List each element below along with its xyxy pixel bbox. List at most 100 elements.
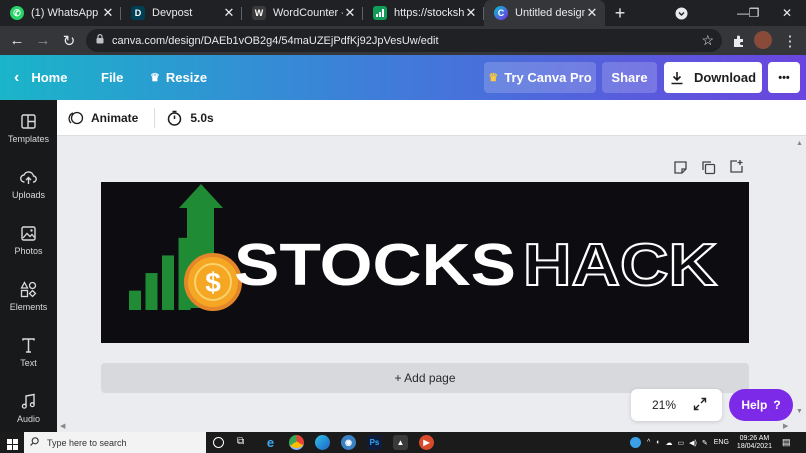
download-icon bbox=[671, 71, 683, 84]
tab-search-icon[interactable] bbox=[670, 0, 692, 26]
scroll-left-arrow-icon[interactable]: ◀ bbox=[60, 422, 65, 430]
animate-button[interactable]: Animate bbox=[68, 110, 138, 126]
try-canva-pro-button[interactable]: ♛ Try Canva Pro bbox=[484, 62, 596, 93]
new-tab-button[interactable]: + bbox=[605, 0, 635, 26]
tab-title: https://stocksha bbox=[394, 7, 464, 19]
help-button[interactable]: Help ? bbox=[729, 389, 793, 421]
home-button[interactable]: ‹ Home bbox=[14, 55, 67, 100]
close-tab-icon[interactable]: ✕ bbox=[101, 5, 115, 21]
duration-button[interactable]: 5.0s bbox=[167, 110, 214, 126]
close-window-icon[interactable]: ✕ bbox=[776, 0, 798, 26]
scroll-up-arrow-icon[interactable]: ▲ bbox=[796, 140, 803, 147]
forward-arrow-icon[interactable]: → bbox=[30, 28, 56, 54]
cortana-icon[interactable] bbox=[213, 437, 224, 448]
sidebar-item-photos[interactable]: Photos bbox=[0, 212, 57, 268]
wordcounter-icon: W bbox=[252, 6, 266, 20]
logo-bar bbox=[162, 255, 174, 310]
elements-icon bbox=[20, 280, 37, 297]
close-tab-icon[interactable]: ✕ bbox=[585, 5, 599, 21]
sidebar-item-templates[interactable]: Templates bbox=[0, 100, 57, 156]
sidebar-label: Elements bbox=[9, 301, 48, 312]
close-tab-icon[interactable]: ✕ bbox=[343, 5, 357, 21]
logo-word-hack: HACK bbox=[523, 232, 717, 298]
animate-label: Animate bbox=[91, 110, 139, 125]
close-tab-icon[interactable]: ✕ bbox=[222, 5, 236, 21]
bookmark-star-icon[interactable]: ☆ bbox=[701, 32, 714, 49]
tray-clock[interactable]: 09:26 AM 18/04/2021 bbox=[737, 435, 772, 451]
restore-icon[interactable]: ❐ bbox=[743, 0, 765, 26]
page-notes-icon[interactable] bbox=[673, 160, 689, 176]
coin-dollar-sign: $ bbox=[205, 267, 221, 298]
extensions-puzzle-icon[interactable] bbox=[726, 28, 752, 54]
sidebar-label: Templates bbox=[7, 133, 50, 144]
download-button[interactable]: Download bbox=[664, 62, 762, 93]
back-arrow-icon[interactable]: ← bbox=[4, 28, 30, 54]
photoshop-icon[interactable]: Ps bbox=[367, 435, 382, 450]
devpost-icon: D bbox=[131, 6, 145, 20]
browser-tab-untitled-design[interactable]: C Untitled design ✕ bbox=[484, 0, 605, 26]
browser-tab-wordcounter[interactable]: W WordCounter - C ✕ bbox=[242, 0, 363, 26]
chrome-icon[interactable] bbox=[289, 435, 304, 450]
tray-app-icon[interactable] bbox=[630, 437, 641, 448]
vertical-scrollbar[interactable]: ▲ ▼ bbox=[794, 136, 806, 422]
address-bar[interactable]: canva.com/design/DAEb1vOB2g4/54maUZEjPdf… bbox=[86, 29, 722, 52]
tray-pen-icon[interactable]: ✎ bbox=[702, 439, 708, 447]
stocks-hack-logo: $ STOCKS HACK bbox=[129, 184, 718, 311]
fullscreen-icon[interactable] bbox=[693, 397, 707, 414]
tray-volume-icon[interactable]: ◀) bbox=[689, 439, 697, 447]
browser-tab-whatsapp[interactable]: ✆ (1) WhatsApp ✕ bbox=[0, 0, 121, 26]
tray-meet-icon[interactable]: ◐ bbox=[656, 439, 660, 446]
file-menu-button[interactable]: File bbox=[101, 55, 123, 100]
zoom-level[interactable]: 21% bbox=[652, 398, 676, 412]
tray-language[interactable]: ENG bbox=[714, 439, 729, 446]
profile-avatar[interactable] bbox=[754, 31, 772, 49]
tray-network-icon[interactable]: ☁ bbox=[666, 439, 673, 447]
file-label: File bbox=[101, 70, 124, 85]
tray-battery-icon[interactable]: ▭ bbox=[678, 439, 685, 447]
sidebar-item-uploads[interactable]: Uploads bbox=[0, 156, 57, 212]
logo-bar bbox=[129, 290, 141, 310]
photos-icon bbox=[21, 225, 36, 241]
search-icon bbox=[30, 437, 39, 448]
help-question-icon: ? bbox=[773, 398, 781, 412]
tray-chevron-up-icon[interactable]: ^ bbox=[647, 439, 650, 446]
more-dots-icon: ••• bbox=[778, 71, 790, 84]
share-button[interactable]: Share bbox=[602, 62, 657, 93]
resize-button[interactable]: ♛ Resize bbox=[150, 55, 207, 100]
taskbar-search-box[interactable]: Type here to search bbox=[24, 432, 206, 453]
taskbar-search-placeholder: Type here to search bbox=[47, 437, 127, 448]
scroll-right-arrow-icon[interactable]: ▶ bbox=[783, 422, 788, 430]
download-label: Download bbox=[693, 70, 757, 85]
crown-icon: ♛ bbox=[150, 72, 160, 84]
store-icon[interactable]: ◉ bbox=[341, 435, 356, 450]
sidebar-item-audio[interactable]: Audio bbox=[0, 380, 57, 436]
sidebar-item-text[interactable]: Text bbox=[0, 324, 57, 380]
audio-icon bbox=[21, 393, 35, 409]
upload-icon bbox=[20, 170, 37, 184]
app-icon[interactable]: ▲ bbox=[393, 435, 408, 450]
system-tray: ^ ◐ ☁ ▭ ◀) ✎ ENG 09:26 AM 18/04/2021 ▤ bbox=[630, 432, 790, 453]
reload-icon[interactable]: ↻ bbox=[56, 28, 82, 54]
sidebar-item-elements[interactable]: Elements bbox=[0, 268, 57, 324]
browser-tab-devpost[interactable]: D Devpost ✕ bbox=[121, 0, 242, 26]
notifications-icon[interactable]: ▤ bbox=[782, 437, 791, 448]
duplicate-page-icon[interactable] bbox=[701, 160, 717, 176]
edge-legacy-icon[interactable]: e bbox=[263, 435, 278, 450]
browser-tab-stockshack[interactable]: https://stocksha ✕ bbox=[363, 0, 484, 26]
windows-start-icon[interactable] bbox=[7, 437, 18, 450]
add-page-icon[interactable] bbox=[729, 159, 745, 175]
media-player-icon[interactable]: ▶ bbox=[419, 435, 434, 450]
horizontal-scrollbar[interactable]: ◀ ▶ bbox=[57, 421, 794, 432]
design-artboard[interactable]: $ STOCKS HACK bbox=[101, 182, 749, 343]
help-label: Help bbox=[741, 398, 768, 412]
sidebar-label: Uploads bbox=[11, 189, 46, 200]
more-options-button[interactable]: ••• bbox=[768, 62, 800, 93]
browser-menu-icon[interactable]: ⋮ bbox=[777, 28, 803, 54]
edge-icon[interactable] bbox=[315, 435, 330, 450]
scroll-down-arrow-icon[interactable]: ▼ bbox=[796, 408, 803, 415]
zoom-control[interactable]: 21% bbox=[631, 389, 722, 421]
task-view-icon[interactable]: ⧉ bbox=[237, 436, 244, 447]
close-tab-icon[interactable]: ✕ bbox=[464, 5, 478, 21]
browser-tab-strip: ✆ (1) WhatsApp ✕ D Devpost ✕ W WordCount… bbox=[0, 0, 806, 26]
sidebar-label: Photos bbox=[14, 245, 43, 256]
